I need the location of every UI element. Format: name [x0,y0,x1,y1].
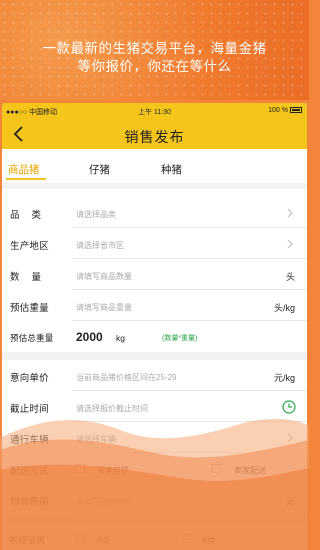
promo-banner: 一款最新的生猪交易平台，海量金猪 等你报价，你还在等什么 [0,0,309,100]
section-gap [2,352,307,360]
self-pickup-option[interactable]: 买家自提 [97,465,129,476]
checkbox-class-b[interactable] [182,534,191,543]
quantity-row: 数量 请填写商品数量 头 [2,259,307,290]
tab-breeding-pig[interactable]: 种猪 [161,162,182,177]
unit-price-input[interactable]: 当前商品猪价格区间在25-29 [76,372,176,383]
battery-icon [290,107,302,113]
chevron-right-icon [287,433,293,443]
tab-commodity-pig[interactable]: 商品猪 [8,162,40,177]
unit-price-unit: 元/kg [273,373,295,383]
clock-icon[interactable] [282,400,296,414]
section-gap [2,515,307,523]
unit-price-row: 意向单价 当前商品猪价格区间在25-29 元/kg [2,360,307,391]
delivery-label: 配送方式 [10,466,49,477]
inspection-label: 检疫证明 [10,535,45,545]
freight-unit: 元 [285,497,295,507]
chevron-right-icon [287,239,293,249]
class-a-option[interactable]: A类 [97,535,110,546]
deadline-row[interactable]: 截止时间 请选择报价截止时间 [2,391,307,422]
class-b-option[interactable]: B类 [202,535,215,546]
quantity-label: 数量 [10,272,54,283]
est-weight-row: 预估重量 请填写商品重量 头/kg [2,290,307,321]
vehicle-label: 通行车辆 [10,435,49,446]
inspection-row: 检疫证明 A类 B类 [2,523,307,550]
unit-price-label: 意向单价 [10,373,49,384]
est-total-row: 预估总重量 2000 kg (数量*重量) [2,321,307,352]
est-weight-input[interactable]: 请填写商品重量 [76,302,132,313]
region-select[interactable]: 请选择省市区 [76,240,124,251]
deadline-select[interactable]: 请选择报价截止时间 [76,403,148,414]
nav-bar: 销售发布 [2,119,307,149]
est-total-label: 预估总重量 [10,333,54,343]
region-row[interactable]: 生产地区 请选择省市区 [2,228,307,259]
checkbox-class-a[interactable] [76,534,85,543]
promo-line-1: 一款最新的生猪交易平台，海量金猪 [42,41,267,56]
phone-screen: ●●●○○ 中国移动 上午 11:30 100 % 销售发布 商品猪 仔猪 种猪… [2,103,307,550]
active-tab-indicator [6,178,46,180]
category-label: 品类 [10,210,54,221]
est-total-hint: (数量*重量) [162,335,198,342]
freight-input[interactable]: 请填写物流费用 [76,496,132,507]
est-total-unit: kg [116,333,125,343]
status-bar: ●●●○○ 中国移动 上午 11:30 100 % [2,103,307,119]
page-title: 销售发布 [124,129,185,145]
delivery-row: 配送方式 买家自提 卖家配送 [2,453,307,484]
checkbox-self-pickup[interactable] [76,464,85,473]
category-tabs: 商品猪 仔猪 种猪 [2,149,307,183]
category-row[interactable]: 品类 请选择品类 [2,197,307,228]
vehicle-select[interactable]: 请选择车辆 [76,434,116,445]
quantity-input[interactable]: 请填写商品数量 [76,271,132,282]
checkbox-seller-delivery[interactable] [212,464,221,473]
freight-label: 物流费用 [10,497,49,508]
chevron-right-icon [287,208,293,218]
est-weight-label: 预估重量 [10,303,49,314]
vehicle-row[interactable]: 通行车辆 请选择车辆 [2,422,307,453]
battery-status: 100 % [268,107,302,114]
quantity-unit: 头 [285,272,295,282]
category-select[interactable]: 请选择品类 [76,209,116,220]
seller-delivery-option[interactable]: 卖家配送 [234,465,266,476]
tab-piglet[interactable]: 仔猪 [89,162,110,177]
est-total-value: 2000 [76,330,103,344]
promo-line-2: 等你报价，你还在等什么 [77,59,232,74]
region-label: 生产地区 [10,241,49,252]
est-weight-unit: 头/kg [273,303,295,313]
status-time: 上午 11:30 [138,109,171,116]
section-separator [2,183,307,189]
deadline-label: 截止时间 [10,404,49,415]
freight-row: 物流费用 请填写物流费用 元 [2,484,307,515]
